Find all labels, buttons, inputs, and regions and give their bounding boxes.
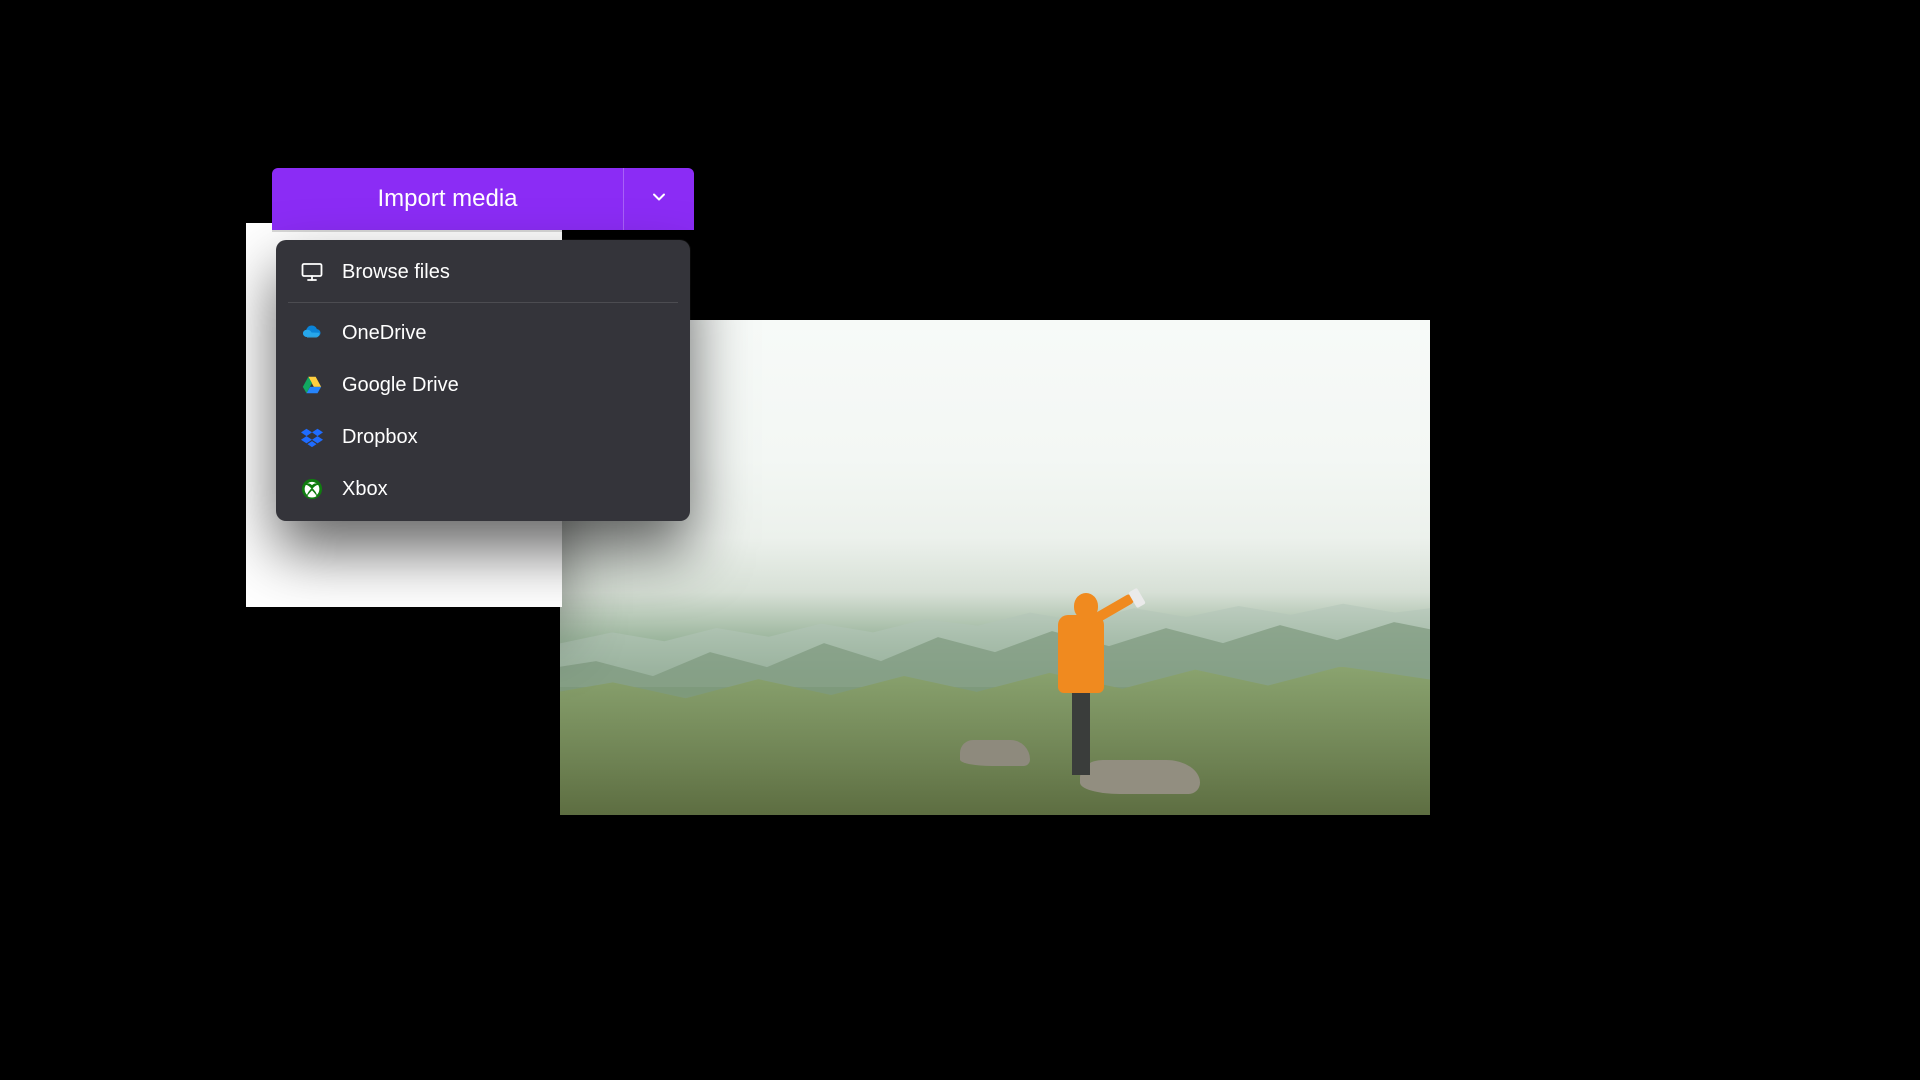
import-media-label: Import media <box>377 185 517 213</box>
dropbox-icon <box>300 425 324 449</box>
rock <box>960 740 1030 766</box>
stage: Import media Browse files <box>0 0 1920 1080</box>
google-drive-icon <box>300 373 324 397</box>
import-media-dropdown: Browse files OneDrive Google Drive <box>276 240 690 521</box>
import-media-split-button: Import media <box>272 168 694 230</box>
media-preview-image <box>560 320 1430 815</box>
menu-item-xbox[interactable]: Xbox <box>276 463 690 515</box>
import-media-dropdown-toggle[interactable] <box>623 168 694 230</box>
menu-item-label: Browse files <box>342 261 450 284</box>
menu-item-label: Dropbox <box>342 426 418 449</box>
menu-item-label: Xbox <box>342 478 388 501</box>
menu-item-google-drive[interactable]: Google Drive <box>276 359 690 411</box>
import-media-button[interactable]: Import media <box>272 168 623 230</box>
menu-item-label: OneDrive <box>342 322 426 345</box>
monitor-icon <box>300 260 324 284</box>
person-figure <box>1050 585 1110 775</box>
menu-item-browse-files[interactable]: Browse files <box>276 246 690 298</box>
menu-item-onedrive[interactable]: OneDrive <box>276 307 690 359</box>
onedrive-icon <box>300 321 324 345</box>
menu-divider <box>288 302 678 303</box>
menu-item-dropbox[interactable]: Dropbox <box>276 411 690 463</box>
xbox-icon <box>300 477 324 501</box>
chevron-down-icon <box>649 187 669 212</box>
menu-item-label: Google Drive <box>342 374 459 397</box>
